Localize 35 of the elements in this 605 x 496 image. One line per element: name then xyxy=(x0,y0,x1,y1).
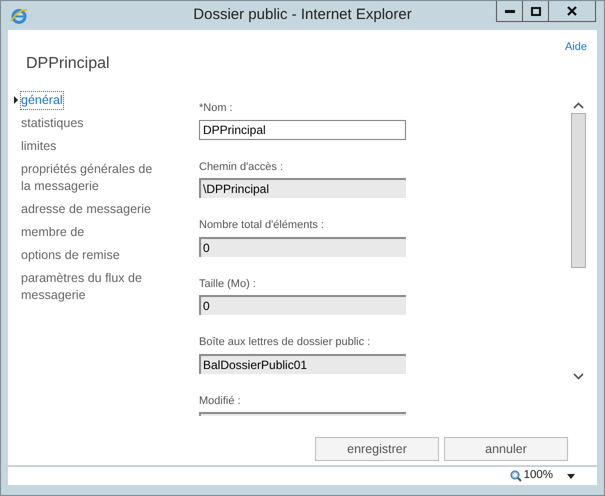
cancel-button[interactable]: annuler xyxy=(444,437,568,461)
field-label: Chemin d'accès : xyxy=(199,160,284,174)
nav-item[interactable]: paramètres du flux de messagerie xyxy=(21,270,161,304)
scroll-down-icon[interactable] xyxy=(572,373,584,380)
save-button[interactable]: enregistrer xyxy=(315,437,439,461)
input-field[interactable]: 0 xyxy=(199,236,406,256)
zoom-icon xyxy=(510,470,522,482)
nav-item[interactable]: limites xyxy=(21,138,56,155)
page-heading: DPPrincipal xyxy=(26,54,111,74)
field-label: Modifié : xyxy=(199,394,242,408)
field-label: Taille (Mo) : xyxy=(199,276,257,292)
close-icon xyxy=(567,6,577,16)
input-field[interactable]: DPPrincipal xyxy=(199,120,406,140)
scrollbar-thumb[interactable] xyxy=(570,113,586,268)
nav-item[interactable]: options de remise xyxy=(21,247,120,264)
scroll-up-icon[interactable] xyxy=(572,102,584,109)
dropdown-caret-icon[interactable] xyxy=(567,474,575,478)
input-field[interactable]: 0 xyxy=(199,295,406,315)
field-label: Nombre total d'éléments : xyxy=(199,218,325,233)
zoom-level[interactable]: 100% xyxy=(524,467,553,485)
maximize-icon xyxy=(530,6,540,16)
nav-item[interactable]: général xyxy=(21,92,63,109)
browser-logo-icon xyxy=(10,6,28,24)
nav-item[interactable]: propriétés générales de la messagerie xyxy=(21,161,161,195)
field-label: *Nom : xyxy=(199,101,234,116)
input-field[interactable]: BalDossierPublic01 xyxy=(199,354,406,374)
window-title: Dossier public - Internet Explorer xyxy=(193,5,412,26)
nav-item[interactable]: membre de xyxy=(21,224,84,241)
nav-item[interactable]: adresse de messagerie xyxy=(21,201,151,218)
pointer-icon xyxy=(13,96,19,104)
minimize-icon xyxy=(504,9,514,13)
field-label: Boîte aux lettres de dossier public : xyxy=(199,335,372,350)
input-field[interactable]: \DPPrincipal xyxy=(199,178,406,198)
nav-item[interactable]: statistiques xyxy=(21,115,84,132)
help-link[interactable]: Aide xyxy=(564,39,587,56)
